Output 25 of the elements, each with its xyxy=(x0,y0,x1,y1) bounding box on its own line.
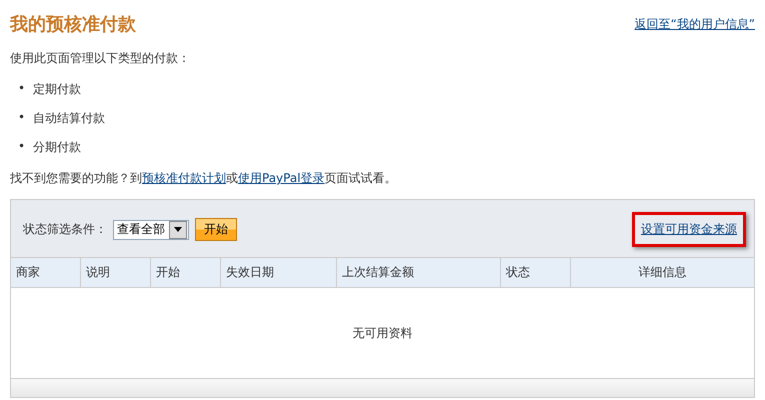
help-link[interactable]: 使用PayPal登录 xyxy=(238,171,325,185)
empty-message: 无可用资料 xyxy=(352,324,412,342)
status-dropdown[interactable]: 查看全部 xyxy=(113,220,189,240)
start-button[interactable]: 开始 xyxy=(195,218,237,241)
list-item: 分期付款 xyxy=(33,139,82,156)
page-title: 我的预核准付款 xyxy=(10,13,136,36)
bullet: • xyxy=(18,139,26,155)
column-header: 失效日期 xyxy=(221,258,337,287)
filter-label: 状态筛选条件： xyxy=(23,221,107,238)
column-header: 上次结算金额 xyxy=(337,258,501,287)
help-text: 找不到您需要的功能？到预核准付款计划或使用PayPal登录页面试试看。 xyxy=(10,170,398,187)
intro-text: 使用此页面管理以下类型的付款： xyxy=(10,50,191,67)
help-link[interactable]: 预核准付款计划 xyxy=(142,171,226,185)
column-header: 开始 xyxy=(151,258,221,287)
caret-icon xyxy=(169,220,187,238)
back-link[interactable]: 返回至“我的用户信息” xyxy=(634,16,755,32)
column-header: 状态 xyxy=(501,258,571,287)
column-header: 商家 xyxy=(11,258,81,287)
bullet: • xyxy=(18,81,26,97)
column-header: 详细信息 xyxy=(638,264,688,281)
funding-link[interactable]: 设置可用资金来源 xyxy=(641,222,737,236)
list-item: 定期付款 xyxy=(33,81,82,98)
bullet: • xyxy=(18,110,26,126)
list-item: 自动结算付款 xyxy=(33,110,106,127)
column-header: 说明 xyxy=(81,258,151,287)
